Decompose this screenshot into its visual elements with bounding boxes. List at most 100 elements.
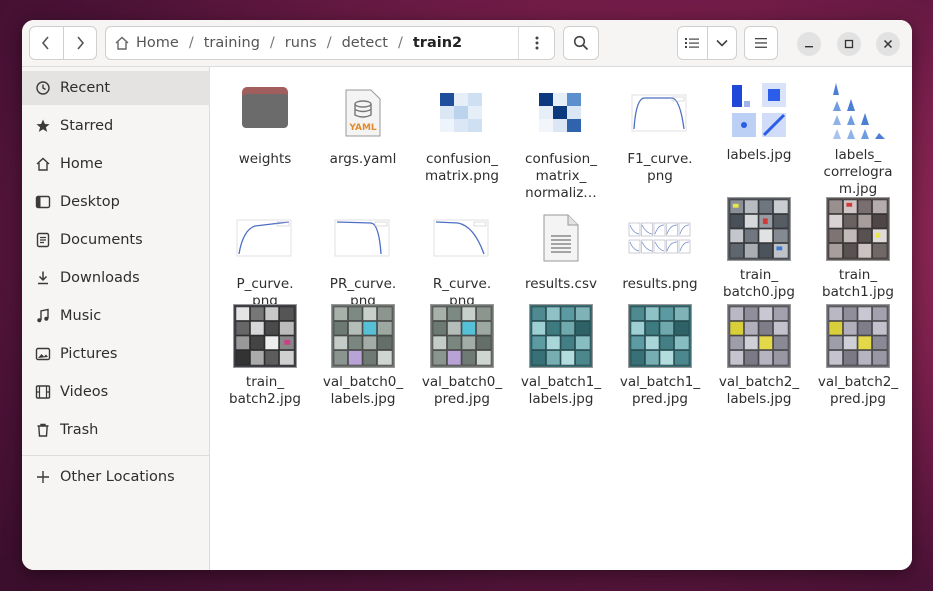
home-icon	[35, 156, 51, 172]
file-item-args-yaml[interactable]: YAML args.yaml	[317, 81, 409, 168]
image-thumbnail	[614, 304, 706, 368]
image-thumbnail	[713, 197, 805, 261]
file-item-weights[interactable]: weights	[219, 81, 311, 168]
yaml-file-icon: YAML	[317, 81, 409, 145]
sidebar-item-label: Starred	[60, 118, 114, 134]
file-item-labels[interactable]: labels.jpg	[713, 81, 805, 164]
forward-button[interactable]	[62, 27, 96, 59]
file-item-confusion-matrix-normalized[interactable]: confusion_ matrix_ normaliz…	[515, 81, 607, 202]
breadcrumb-training[interactable]: training	[200, 35, 264, 51]
path-menu-button[interactable]	[518, 27, 554, 59]
file-name: train_ batch1.jpg	[822, 267, 894, 300]
file-name: train_ batch2.jpg	[229, 374, 301, 407]
file-item-val-batch1-labels[interactable]: val_batch1_ labels.jpg	[515, 304, 607, 408]
sidebar-item-downloads[interactable]: Downloads	[22, 261, 210, 295]
header-bar: Home / training / runs / detect / train2	[22, 20, 912, 67]
file-name: val_batch2_ labels.jpg	[718, 374, 800, 407]
maximize-button[interactable]	[837, 32, 861, 56]
file-name: confusion_ matrix_ normaliz…	[525, 151, 597, 201]
sidebar-item-label: Pictures	[60, 346, 118, 362]
vertical-dots-icon	[535, 36, 538, 50]
breadcrumb-separator: /	[397, 35, 403, 51]
view-controls	[677, 26, 737, 60]
search-icon	[573, 35, 589, 51]
file-item-train-batch2[interactable]: train_ batch2.jpg	[219, 304, 311, 408]
file-item-f1-curve[interactable]: F1_curve. png	[614, 81, 706, 185]
image-thumbnail	[219, 304, 311, 368]
main-menu-button[interactable]	[744, 26, 778, 60]
breadcrumb-current[interactable]: train2	[409, 35, 466, 51]
desktop-icon	[35, 194, 51, 210]
minimize-icon	[805, 46, 813, 48]
file-item-train-batch0[interactable]: train_ batch0.jpg	[713, 197, 805, 301]
image-thumbnail	[416, 304, 508, 368]
file-item-val-batch0-labels[interactable]: val_batch0_ labels.jpg	[317, 304, 409, 408]
view-options-dropdown[interactable]	[706, 27, 736, 59]
image-thumbnail	[812, 197, 904, 261]
file-name: labels_ correlogra m.jpg	[823, 147, 893, 197]
file-name: val_batch1_ labels.jpg	[520, 374, 602, 407]
close-icon	[883, 39, 893, 49]
sidebar-item-pictures[interactable]: Pictures	[22, 337, 210, 371]
picture-icon	[35, 346, 51, 362]
curve-plot-thumbnail	[219, 206, 311, 270]
path-bar: Home / training / runs / detect / train2	[105, 26, 555, 60]
file-name: args.yaml	[329, 151, 397, 167]
file-item-confusion-matrix[interactable]: confusion_ matrix.png	[416, 81, 508, 185]
close-button[interactable]	[876, 32, 900, 56]
curve-plot-thumbnail	[317, 206, 409, 270]
minimize-button[interactable]	[797, 32, 821, 56]
sidebar-item-music[interactable]: Music	[22, 299, 210, 333]
sidebar-item-other-locations[interactable]: Other Locations	[22, 460, 210, 494]
breadcrumb-separator: /	[188, 35, 194, 51]
sidebar-item-desktop[interactable]: Desktop	[22, 185, 210, 219]
sidebar: Recent Starred Home Desktop Documents Do…	[22, 67, 210, 570]
file-item-val-batch0-pred[interactable]: val_batch0_ pred.jpg	[416, 304, 508, 408]
folder-icon	[219, 81, 311, 145]
file-manager-window: Home / training / runs / detect / train2	[22, 20, 912, 570]
sidebar-item-recent[interactable]: Recent	[22, 71, 210, 105]
sidebar-item-label: Music	[60, 308, 102, 324]
image-thumbnail	[515, 304, 607, 368]
breadcrumb-runs[interactable]: runs	[281, 35, 321, 51]
breadcrumb-detect[interactable]: detect	[338, 35, 392, 51]
file-item-r-curve[interactable]: R_curve. png	[416, 206, 508, 310]
curve-plot-thumbnail	[416, 206, 508, 270]
sidebar-item-videos[interactable]: Videos	[22, 375, 210, 409]
search-button[interactable]	[563, 26, 599, 60]
sidebar-item-trash[interactable]: Trash	[22, 413, 210, 447]
list-view-button[interactable]	[678, 27, 707, 59]
file-item-train-batch1[interactable]: train_ batch1.jpg	[812, 197, 904, 301]
sidebar-item-label: Trash	[60, 422, 99, 438]
sidebar-item-label: Videos	[60, 384, 109, 400]
file-item-val-batch2-pred[interactable]: val_batch2_ pred.jpg	[812, 304, 904, 408]
hamburger-menu-icon	[755, 38, 767, 48]
labels-plot-thumbnail	[713, 81, 805, 141]
file-name: labels.jpg	[726, 147, 792, 163]
trash-icon	[35, 422, 51, 438]
sidebar-item-starred[interactable]: Starred	[22, 109, 210, 143]
list-view-icon	[685, 38, 700, 48]
file-item-val-batch2-labels[interactable]: val_batch2_ labels.jpg	[713, 304, 805, 408]
file-item-results-png[interactable]: results.png	[614, 206, 706, 293]
plus-icon	[35, 469, 51, 485]
download-icon	[35, 270, 51, 286]
breadcrumb-home[interactable]: Home	[132, 35, 183, 51]
file-name: train_ batch0.jpg	[723, 267, 795, 300]
file-grid: weights YAML args.yaml confusion_ matrix…	[211, 67, 912, 570]
sidebar-item-home[interactable]: Home	[22, 147, 210, 181]
file-item-results-csv[interactable]: results.csv	[515, 206, 607, 293]
file-name: results.csv	[525, 276, 597, 292]
sidebar-item-documents[interactable]: Documents	[22, 223, 210, 257]
curve-plot-thumbnail	[614, 81, 706, 145]
home-icon	[115, 36, 129, 50]
file-item-pr-curve[interactable]: PR_curve. png	[317, 206, 409, 310]
file-item-val-batch1-pred[interactable]: val_batch1_ pred.jpg	[614, 304, 706, 408]
back-button[interactable]	[30, 27, 63, 59]
document-icon	[35, 232, 51, 248]
file-item-p-curve[interactable]: P_curve. png	[219, 206, 311, 310]
file-item-labels-correlogram[interactable]: labels_ correlogra m.jpg	[812, 81, 904, 198]
chevron-right-icon	[77, 36, 85, 50]
breadcrumb-separator: /	[326, 35, 332, 51]
spreadsheet-file-icon	[515, 206, 607, 270]
